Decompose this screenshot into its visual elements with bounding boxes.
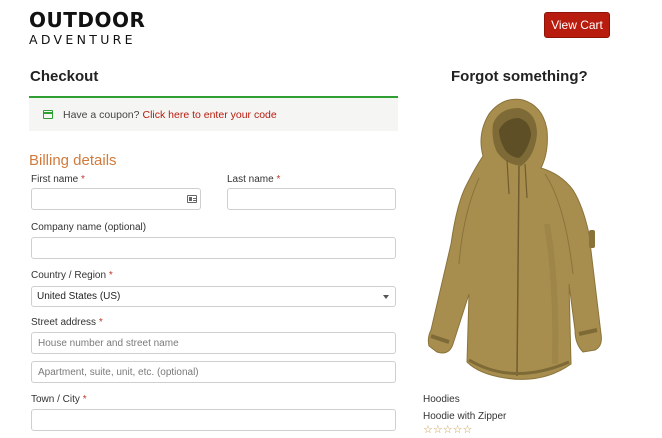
calendar-icon — [43, 110, 53, 119]
company-field[interactable] — [31, 237, 396, 259]
company-label: Company name (optional) — [31, 222, 147, 233]
coupon-notice: Have a coupon? Click here to enter your … — [29, 96, 398, 131]
last-name-label-text: Last name — [227, 174, 274, 185]
caret-down-icon — [383, 295, 389, 299]
checkout-title: Checkout — [30, 68, 99, 85]
hoodie-image[interactable] — [423, 94, 606, 384]
country-label: Country / Region * — [31, 270, 113, 281]
country-select-value: United States (US) — [37, 291, 121, 302]
street-label: Street address * — [31, 317, 103, 328]
required-mark: * — [82, 394, 87, 405]
product-category[interactable]: Hoodies — [423, 394, 460, 405]
product-name-link[interactable]: Hoodie with Zipper — [423, 411, 506, 422]
required-mark: * — [108, 270, 113, 281]
street-label-text: Street address — [31, 317, 97, 328]
city-field[interactable] — [31, 409, 396, 431]
coupon-link[interactable]: Click here to enter your code — [142, 109, 276, 121]
logo-sub-text: ADVENTURE — [29, 32, 136, 47]
first-name-field[interactable] — [31, 188, 201, 210]
required-mark: * — [276, 174, 281, 185]
contact-card-icon[interactable] — [187, 195, 197, 203]
checkout-page: OUTDOOR ADVENTURE View Cart Checkout Hav… — [0, 0, 662, 438]
last-name-field[interactable] — [227, 188, 396, 210]
city-label-text: Town / City — [31, 394, 80, 405]
first-name-label-text: First name — [31, 174, 79, 185]
billing-details-title: Billing details — [29, 152, 117, 169]
first-name-label: First name * — [31, 174, 85, 185]
required-mark: * — [98, 317, 103, 328]
coupon-text: Have a coupon? — [63, 108, 140, 121]
required-mark: * — [81, 174, 85, 185]
last-name-label: Last name * — [227, 174, 280, 185]
country-select[interactable]: United States (US) — [31, 286, 396, 307]
logo-main-text: OUTDOOR — [29, 8, 146, 32]
street-address-line2-field[interactable] — [31, 361, 396, 383]
city-label: Town / City * — [31, 394, 87, 405]
street-address-line1-field[interactable] — [31, 332, 396, 354]
view-cart-button[interactable]: View Cart — [544, 12, 610, 38]
country-label-text: Country / Region — [31, 270, 107, 281]
star-rating: ☆☆☆☆☆ — [423, 424, 473, 436]
site-logo[interactable]: OUTDOOR ADVENTURE — [29, 10, 145, 47]
forgot-something-title: Forgot something? — [451, 68, 588, 85]
